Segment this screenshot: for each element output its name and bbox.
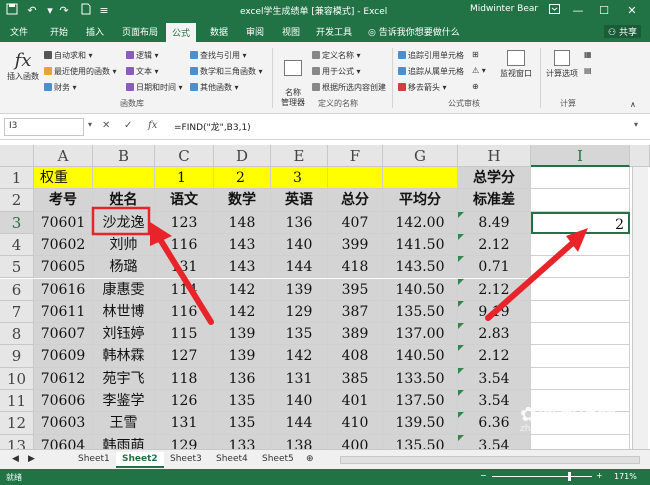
status-ready: 就绪: [6, 473, 22, 482]
watermark-url: zhinan.sogou.com: [520, 424, 602, 434]
sheet-tabs-bar: ◀ ▶ Sheet1 Sheet2 Sheet3 Sheet4 Sheet5 ⊕: [0, 449, 650, 469]
sheet-tab-active[interactable]: Sheet2: [116, 452, 164, 468]
zoom-level[interactable]: 171%: [614, 472, 637, 481]
sheet-tab[interactable]: Sheet3: [164, 452, 208, 466]
paw-icon: ✿: [520, 402, 537, 426]
sheet-tab[interactable]: Sheet1: [72, 452, 116, 466]
watermark-logo: ✿搜狗指南: [520, 402, 617, 426]
status-bar: 就绪 − + 171%: [0, 469, 650, 485]
zoom-slider[interactable]: [492, 476, 592, 477]
arrow-to-name: [155, 233, 214, 325]
add-sheet-icon[interactable]: ⊕: [300, 452, 320, 466]
zoom-out-icon[interactable]: −: [480, 471, 487, 480]
zoom-thumb[interactable]: [568, 472, 571, 481]
arrow-to-result: [485, 237, 579, 321]
highlight-box: [91, 206, 151, 236]
horizontal-scrollbar[interactable]: [340, 456, 640, 464]
next-sheet-icon[interactable]: ▶: [22, 452, 41, 466]
sheet-tab[interactable]: Sheet5: [256, 452, 300, 466]
sheet-tab[interactable]: Sheet4: [210, 452, 254, 466]
zoom-in-icon[interactable]: +: [596, 471, 603, 480]
